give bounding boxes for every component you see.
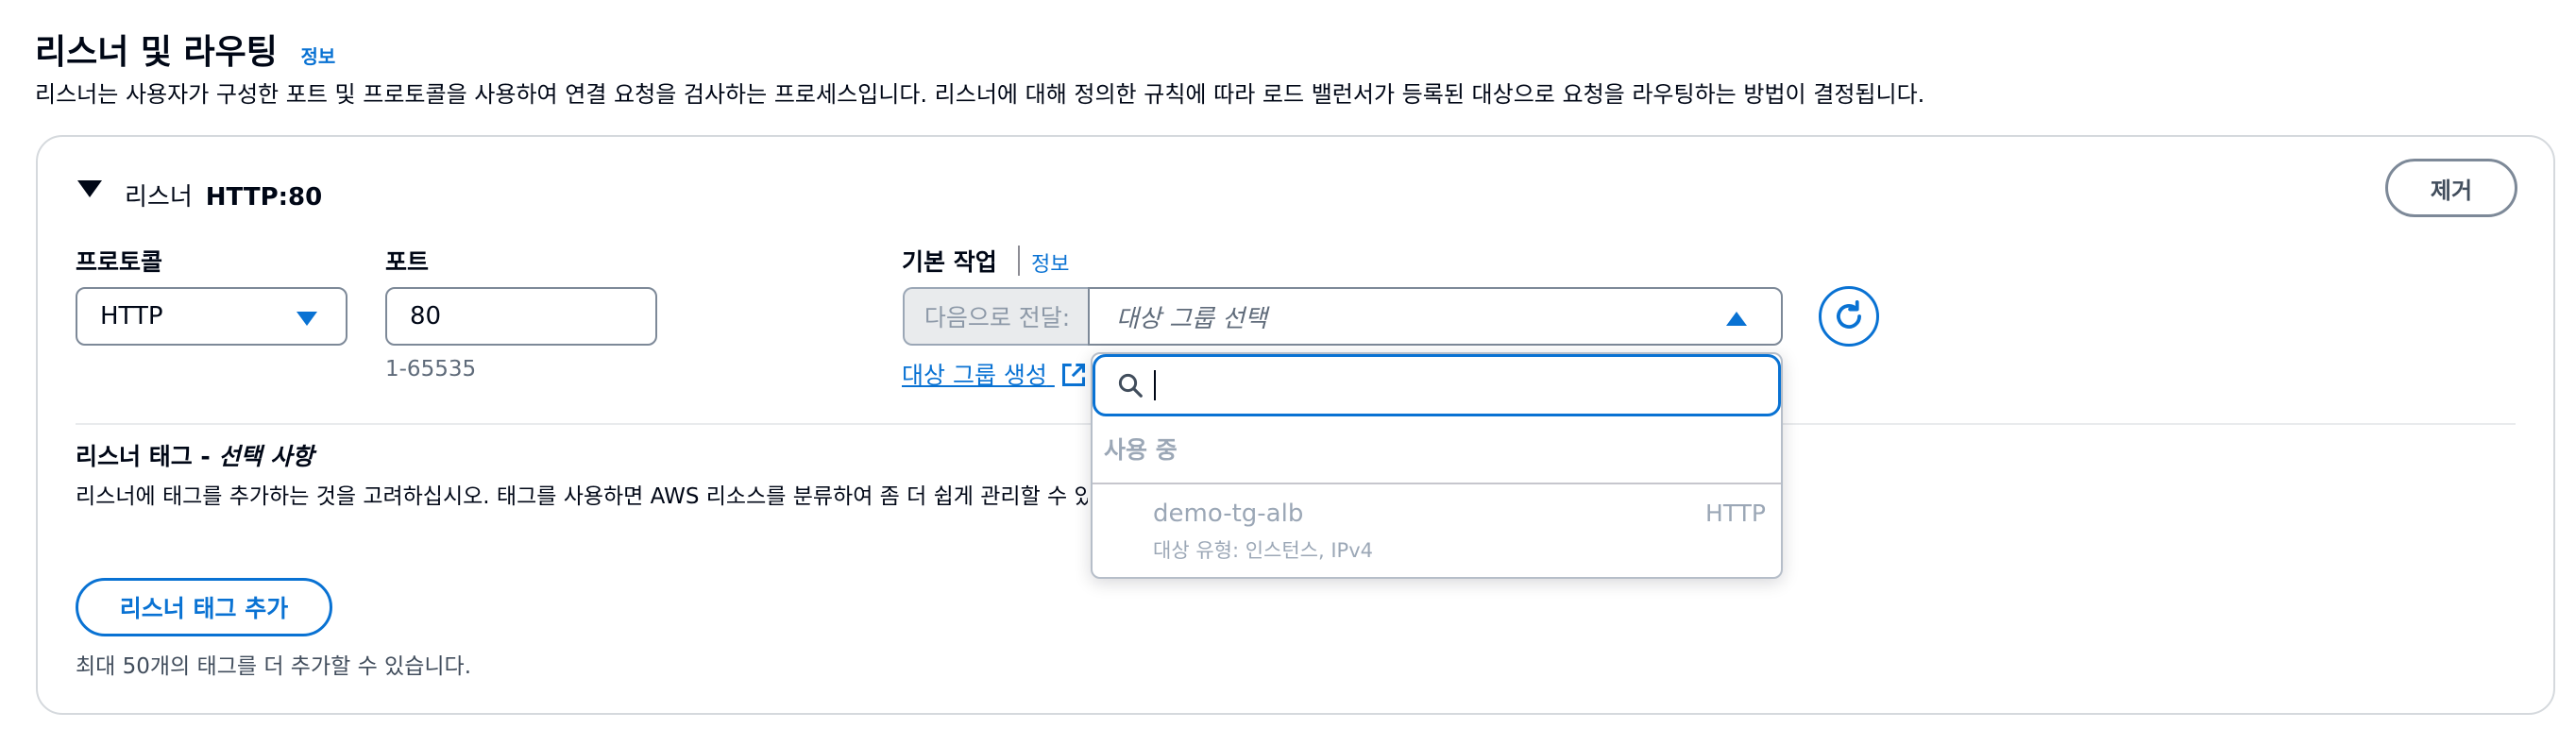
create-target-group-link[interactable]: 대상 그룹 생성 [902,357,1087,391]
protocol-label: 프로토콜 [76,248,163,276]
option-detail: 대상 유형: 인스턴스, IPv4 [1153,539,1373,562]
search-icon [1118,373,1143,398]
port-hint: 1-65535 [385,357,477,381]
forward-prefix: 다음으로 전달: [903,287,1090,346]
collapse-caret-icon[interactable] [77,180,102,197]
listener-prefix: 리스너 [125,183,193,212]
port-label: 포트 [385,248,430,276]
label-separator [1018,246,1020,276]
target-group-search-box[interactable] [1093,354,1781,416]
port-value: 80 [410,302,442,331]
remove-listener-button[interactable]: 제거 [2385,159,2517,217]
option-protocol: HTTP [1705,500,1766,527]
refresh-button[interactable] [1819,286,1879,347]
target-group-search-input[interactable] [1160,370,1730,400]
external-link-icon [1061,363,1085,387]
target-group-placeholder: 대상 그룹 선택 [1116,304,1268,333]
tags-title-main: 리스너 태그 - [76,443,219,470]
text-cursor [1154,370,1156,400]
dropdown-caret-up-icon [1726,312,1747,326]
add-listener-tag-button[interactable]: 리스너 태그 추가 [76,578,332,636]
option-name: demo-tg-alb [1153,500,1304,528]
listener-header[interactable]: 리스너 HTTP:80 [125,178,322,212]
refresh-icon [1837,300,1861,329]
listener-name: HTTP:80 [205,183,323,212]
tags-title-optional: 선택 사항 [218,443,314,470]
tags-description: 리스너에 태그를 추가하는 것을 고려하십시오. 태그를 사용하면 AWS 리소… [76,484,1088,509]
tags-limit-hint: 최대 50개의 태그를 더 추가할 수 있습니다. [76,654,472,679]
target-group-dropdown: 사용 중 demo-tg-alb HTTP 대상 유형: 인스턴스, IPv4 [1091,352,1783,579]
section-header: 리스너 및 라우팅 정보 [35,25,335,74]
protocol-value: HTTP [100,302,163,331]
dropdown-group-divider [1093,483,1781,484]
info-link[interactable]: 정보 [300,45,335,68]
section-title: 리스너 및 라우팅 [35,33,278,72]
target-group-select[interactable]: 대상 그룹 선택 [1088,287,1783,346]
dropdown-caret-icon [297,312,317,326]
protocol-select[interactable]: HTTP [76,287,347,346]
default-action-label: 기본 작업 [902,248,997,276]
default-action-info-link[interactable]: 정보 [1031,247,1069,278]
port-input[interactable]: 80 [385,287,657,346]
dropdown-group-label: 사용 중 [1104,436,1178,464]
listener-tags-title: 리스너 태그 - 선택 사항 [76,438,314,472]
create-target-group-label: 대상 그룹 생성 [902,362,1047,389]
section-description: 리스너는 사용자가 구성한 포트 및 프로토콜을 사용하여 연결 요청을 검사하… [35,81,1925,108]
